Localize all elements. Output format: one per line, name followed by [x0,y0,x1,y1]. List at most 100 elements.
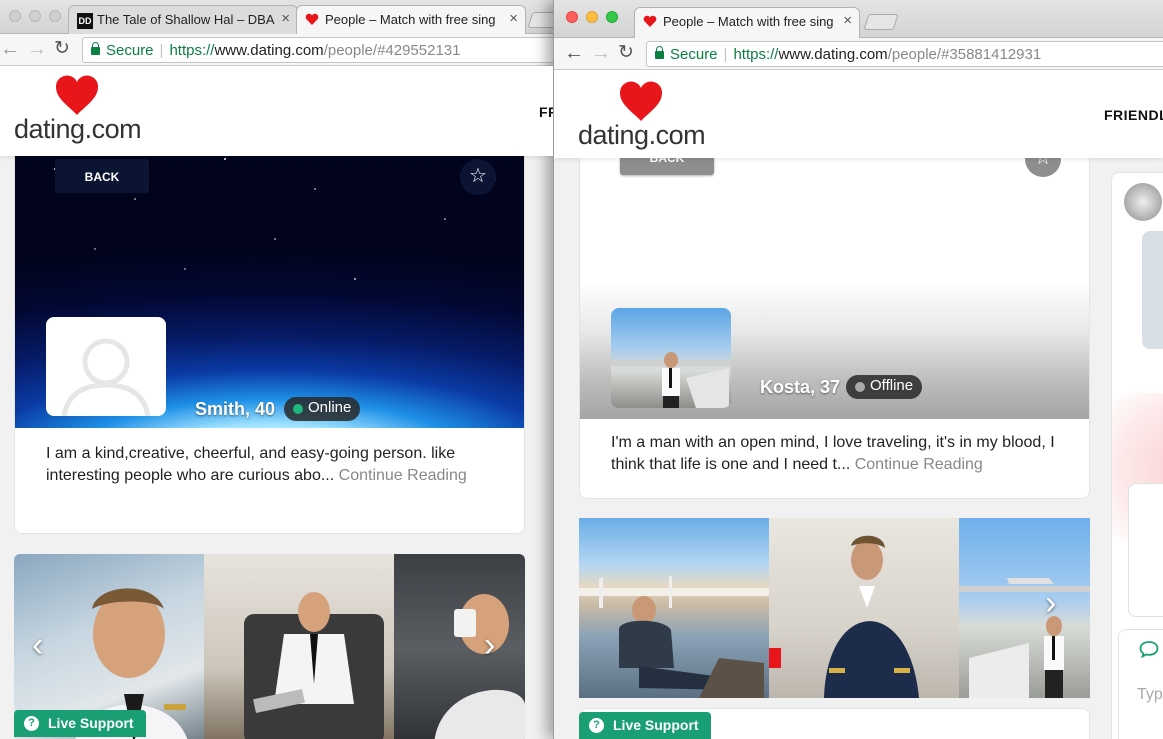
question-icon: ? [589,718,604,733]
minimize-window-icon[interactable] [586,11,598,23]
tab-title: The Tale of Shallow Hal – DBA [97,12,275,27]
heart-favicon-icon [305,13,319,25]
secure-label: Secure [670,46,718,63]
pilot-seated [244,592,384,739]
live-support-button[interactable]: ? Live Support [14,710,146,737]
dd-favicon-icon: DD [77,13,93,29]
photo-pilot-cockpit[interactable] [394,554,525,739]
cover-photo: BACK ☆ Smith, 40 Online [15,129,524,428]
tab-title: People – Match with free sing [663,14,833,29]
status-text: Offline [870,377,914,394]
live-support-button[interactable]: ? Live Support [579,712,711,739]
chat-bubble-icon[interactable] [1139,640,1159,658]
heart-logo-icon [619,81,663,121]
url-host: www.dating.com [778,46,888,63]
site-header: dating.com FRIENDL [554,70,1163,158]
tab-strip: DD The Tale of Shallow Hal – DBA × Peopl… [0,0,553,34]
profile-name: Smith, 40 [195,399,276,419]
dating-logo[interactable]: dating.com [14,74,142,149]
reload-icon[interactable]: ↻ [54,38,70,60]
chevron-left-icon[interactable]: ‹ [32,628,43,662]
back-button[interactable]: BACK [55,159,149,193]
pilot-on-stairs [959,578,1090,698]
status-badge: Online [284,397,361,421]
right-browser-window: People – Match with free sing × ← → ↻ Se… [553,0,1163,739]
nav-friendly-partial[interactable]: FRIENDL [1104,107,1163,123]
live-support-label: Live Support [48,715,134,731]
chat-avatar[interactable] [1124,183,1162,221]
logo-text: dating.com [578,120,706,150]
close-tab-icon[interactable]: × [843,12,852,29]
site-header: dating.com FR [0,66,553,156]
tab-people[interactable]: People – Match with free sing × [296,5,526,34]
profile-bio: I am a kind,creative, cheerful, and easy… [46,443,506,487]
tab-strip: People – Match with free sing × [554,0,1163,38]
reload-icon[interactable]: ↻ [618,42,634,64]
dating-site: dating.com FR BACK ☆ Smith, 40 Online I … [0,66,553,739]
heart-logo-icon [55,75,99,115]
tab-title: People – Match with free sing [325,12,495,27]
logo-text: dating.com [14,114,142,144]
question-icon: ? [24,716,39,731]
status-text: Online [308,399,352,416]
continue-reading-link[interactable]: Continue Reading [855,456,983,473]
photo-pilot-chair[interactable] [204,554,394,739]
avatar[interactable] [46,317,166,416]
continue-reading-link[interactable]: Continue Reading [339,467,467,484]
photo-marina[interactable] [579,518,769,698]
tab-people[interactable]: People – Match with free sing × [634,7,860,38]
close-tab-icon[interactable]: × [509,10,518,27]
dating-site: dating.com FRIENDL BACK ☆ Kosta, 37 Offl… [554,70,1163,739]
pilot-cockpit [434,594,525,739]
user-placeholder-icon [61,338,151,416]
forward-arrow-icon[interactable]: → [591,42,611,64]
zoom-window-icon[interactable] [606,11,618,23]
photo-pilot-stairs[interactable] [959,518,1090,698]
url-scheme: https:// [169,42,215,59]
close-tab-icon[interactable]: × [281,10,290,27]
browser-toolbar: ← → ↻ Secure | https://www.dating.com/peop… [554,38,1163,70]
chat-input-placeholder[interactable]: Type [1137,686,1163,704]
url-scheme: https:// [733,46,779,63]
dating-logo[interactable]: dating.com [578,80,706,155]
address-bar[interactable]: Secure | https://www.dating.com/people/#35… [646,41,1163,67]
back-arrow-icon[interactable]: ← [564,42,584,64]
separator: | [159,42,164,59]
promo-card [1128,483,1163,617]
profile-card: BACK ☆ Kosta, 37 Offline I'm a man with … [579,144,1090,499]
url-path: /people/#429552131 [323,42,461,59]
chat-preview [1142,231,1163,349]
live-support-label: Live Support [613,717,699,733]
pilot-in-uniform [769,535,919,698]
offline-dot-icon [855,382,865,392]
chevron-right-icon[interactable]: › [484,628,495,662]
pilot-avatar-photo [611,352,731,408]
nav-friendly-partial[interactable]: FR [539,104,553,120]
close-window-icon[interactable] [566,11,578,23]
profile-card: BACK ☆ Smith, 40 Online I am a kind,crea… [14,128,525,534]
tab-shallow-hal[interactable]: DD The Tale of Shallow Hal – DBA × [68,5,298,34]
profile-bio: I'm a man with an open mind, I love trav… [611,432,1071,476]
left-browser-window: DD The Tale of Shallow Hal – DBA × Peopl… [0,0,553,739]
close-window-icon[interactable] [9,10,21,22]
forward-arrow-icon[interactable]: → [27,38,47,60]
separator: | [723,46,728,63]
new-tab-button[interactable] [863,14,899,30]
browser-toolbar: ← → ↻ Secure | https://www.dating.com/peop… [0,34,553,66]
chat-compose: Type [1118,629,1163,739]
chevron-right-icon[interactable]: › [1045,586,1056,620]
heart-favicon-icon [643,15,657,27]
zoom-window-icon[interactable] [49,10,61,22]
online-dot-icon [293,404,303,414]
photo-pilot-uniform[interactable] [769,518,959,698]
new-tab-button[interactable] [527,12,553,28]
back-arrow-icon[interactable]: ← [0,38,20,60]
star-icon[interactable]: ☆ [460,159,496,195]
minimize-window-icon[interactable] [29,10,41,22]
url-host: www.dating.com [214,42,324,59]
profile-name: Kosta, 37 [760,377,841,397]
chat-side-panel: Type [1111,172,1163,739]
address-bar[interactable]: Secure | https://www.dating.com/people/#42… [82,37,553,63]
url-path: /people/#35881412931 [887,46,1042,63]
avatar[interactable] [611,308,731,408]
